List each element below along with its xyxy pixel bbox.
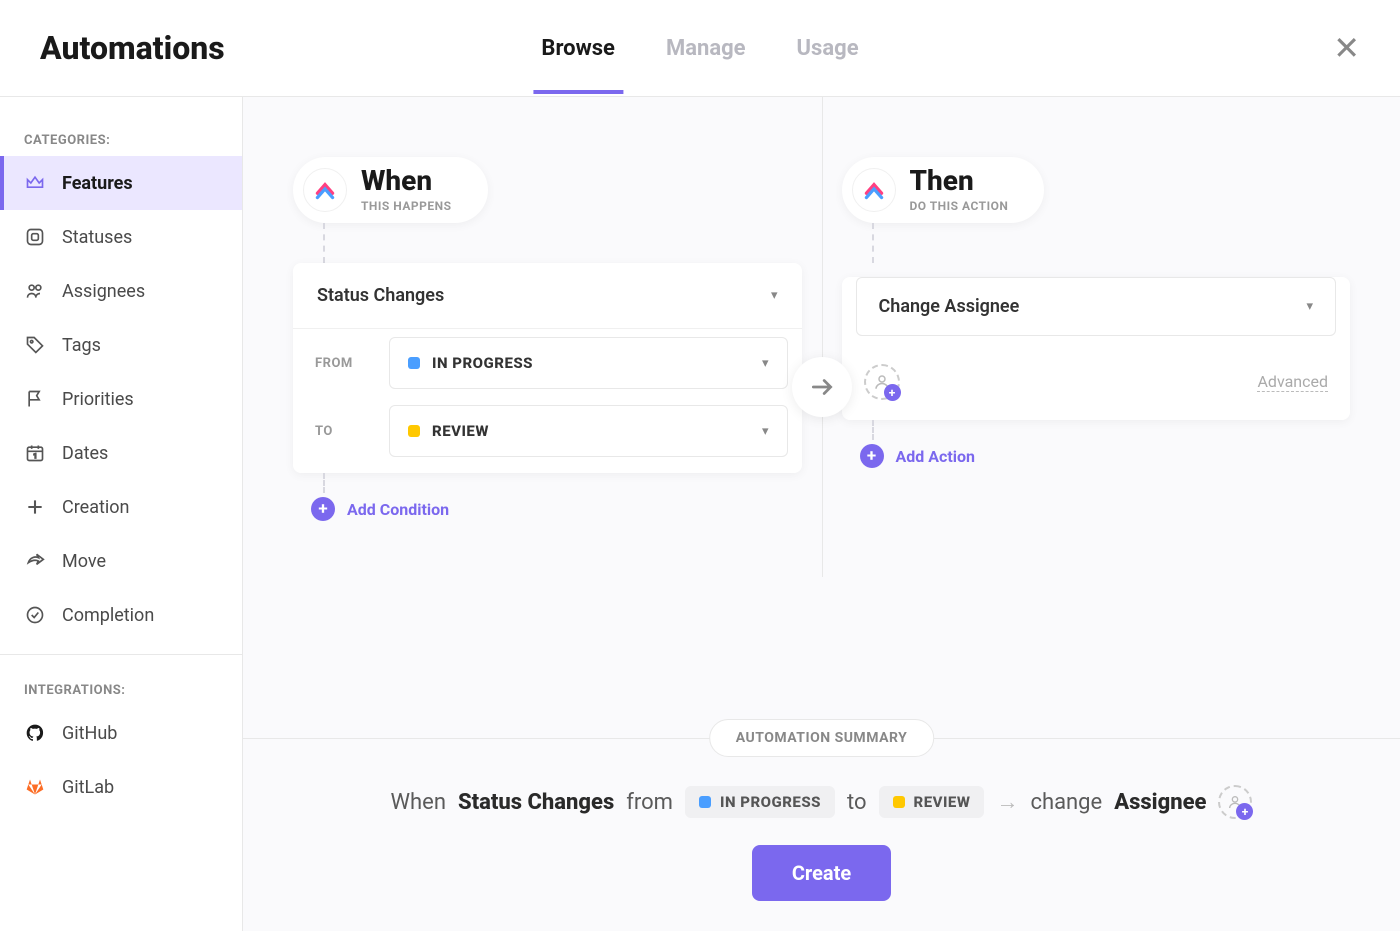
- share-icon: [24, 550, 46, 572]
- sidebar-item-label: Statuses: [62, 227, 132, 248]
- clickup-logo-icon: [852, 168, 896, 212]
- trigger-card: Status Changes ▾ FROM IN PROGRESS ▾ TO R…: [293, 263, 802, 473]
- clickup-logo-icon: [303, 168, 347, 212]
- when-title: When: [361, 167, 452, 195]
- status-dot-yellow: [408, 425, 420, 437]
- chevron-down-icon: ▾: [762, 356, 769, 371]
- action-value: Change Assignee: [879, 296, 1020, 317]
- then-title: Then: [910, 167, 1009, 195]
- summary-from-chip: IN PROGRESS: [685, 786, 835, 818]
- sidebar-item-label: Creation: [62, 497, 129, 518]
- arrow-connector: [792, 357, 852, 417]
- tabs: Browse Manage Usage: [533, 4, 866, 93]
- chevron-down-icon: ▾: [762, 424, 769, 439]
- add-assignee-avatar[interactable]: +: [864, 364, 900, 400]
- to-label: TO: [315, 424, 373, 439]
- then-header: Then DO THIS ACTION: [842, 157, 1045, 223]
- column-divider: [822, 97, 823, 577]
- crown-icon: [24, 172, 46, 194]
- when-header: When THIS HAPPENS: [293, 157, 488, 223]
- svg-text:1: 1: [33, 452, 37, 460]
- summary-assignee-avatar[interactable]: +: [1218, 785, 1252, 819]
- trigger-select[interactable]: Status Changes ▾: [293, 263, 802, 329]
- to-status-select[interactable]: REVIEW ▾: [389, 405, 788, 457]
- sidebar-item-label: Priorities: [62, 389, 134, 410]
- sidebar-item-statuses[interactable]: Statuses: [0, 210, 242, 264]
- tab-manage[interactable]: Manage: [658, 4, 754, 93]
- add-condition-button[interactable]: + Add Condition: [311, 493, 802, 525]
- integrations-label: INTEGRATIONS:: [0, 675, 242, 706]
- status-icon: [24, 226, 46, 248]
- sidebar-item-github[interactable]: GitHub: [0, 706, 242, 760]
- github-icon: [24, 722, 46, 744]
- chevron-down-icon: ▾: [771, 288, 778, 303]
- action-select[interactable]: Change Assignee ▾: [856, 277, 1337, 336]
- mini-plus-icon: +: [884, 384, 901, 401]
- sidebar-item-move[interactable]: Move: [0, 534, 242, 588]
- sidebar-item-tags[interactable]: Tags: [0, 318, 242, 372]
- sidebar-item-completion[interactable]: Completion: [0, 588, 242, 642]
- sidebar: CATEGORIES: Features Statuses Assignees …: [0, 97, 243, 931]
- tab-usage[interactable]: Usage: [789, 4, 867, 93]
- sidebar-item-features[interactable]: Features: [0, 156, 242, 210]
- sidebar-item-priorities[interactable]: Priorities: [0, 372, 242, 426]
- categories-label: CATEGORIES:: [0, 125, 242, 156]
- to-status-value: REVIEW: [432, 422, 489, 440]
- summary-to-chip: REVIEW: [879, 786, 985, 818]
- sidebar-item-label: Completion: [62, 605, 154, 626]
- chevron-down-icon: ▾: [1306, 299, 1313, 314]
- mini-plus-icon: +: [1236, 803, 1253, 820]
- people-icon: [24, 280, 46, 302]
- calendar-icon: 1: [24, 442, 46, 464]
- create-button[interactable]: Create: [752, 845, 891, 901]
- sidebar-item-label: Assignees: [62, 281, 145, 302]
- gitlab-icon: [24, 776, 46, 798]
- summary-label: AUTOMATION SUMMARY: [709, 719, 935, 757]
- plus-circle-icon: +: [860, 444, 884, 468]
- sidebar-item-label: Tags: [62, 335, 101, 356]
- sidebar-item-label: GitHub: [62, 723, 117, 744]
- from-label: FROM: [315, 356, 373, 371]
- from-status-value: IN PROGRESS: [432, 354, 533, 372]
- page-title: Automations: [40, 29, 225, 67]
- sidebar-item-label: Features: [62, 173, 133, 194]
- when-subtitle: THIS HAPPENS: [361, 199, 452, 213]
- sidebar-item-label: Dates: [62, 443, 108, 464]
- sidebar-item-gitlab[interactable]: GitLab: [0, 760, 242, 814]
- flag-icon: [24, 388, 46, 410]
- sidebar-item-label: Move: [62, 551, 106, 572]
- sidebar-item-creation[interactable]: Creation: [0, 480, 242, 534]
- advanced-link[interactable]: Advanced: [1257, 372, 1328, 392]
- add-condition-label: Add Condition: [347, 500, 449, 519]
- summary-section: AUTOMATION SUMMARY When Status Changes f…: [243, 738, 1400, 931]
- sidebar-item-assignees[interactable]: Assignees: [0, 264, 242, 318]
- arrow-icon: →: [996, 789, 1018, 815]
- plus-circle-icon: +: [311, 497, 335, 521]
- summary-text: When Status Changes from IN PROGRESS to …: [283, 785, 1360, 819]
- add-action-label: Add Action: [896, 447, 975, 466]
- trigger-value: Status Changes: [317, 285, 444, 306]
- check-icon: [24, 604, 46, 626]
- action-card: Change Assignee ▾ + Advanced: [842, 277, 1351, 420]
- close-button[interactable]: ✕: [1333, 29, 1360, 67]
- then-column: Then DO THIS ACTION Change Assignee ▾ + …: [842, 157, 1351, 472]
- sidebar-item-label: GitLab: [62, 777, 114, 798]
- tag-icon: [24, 334, 46, 356]
- sidebar-item-dates[interactable]: 1 Dates: [0, 426, 242, 480]
- then-subtitle: DO THIS ACTION: [910, 199, 1009, 213]
- from-status-select[interactable]: IN PROGRESS ▾: [389, 337, 788, 389]
- plus-icon: [24, 496, 46, 518]
- status-dot-blue: [408, 357, 420, 369]
- tab-browse[interactable]: Browse: [533, 4, 623, 93]
- add-action-button[interactable]: + Add Action: [860, 440, 1351, 472]
- when-column: When THIS HAPPENS Status Changes ▾ FROM …: [293, 157, 802, 525]
